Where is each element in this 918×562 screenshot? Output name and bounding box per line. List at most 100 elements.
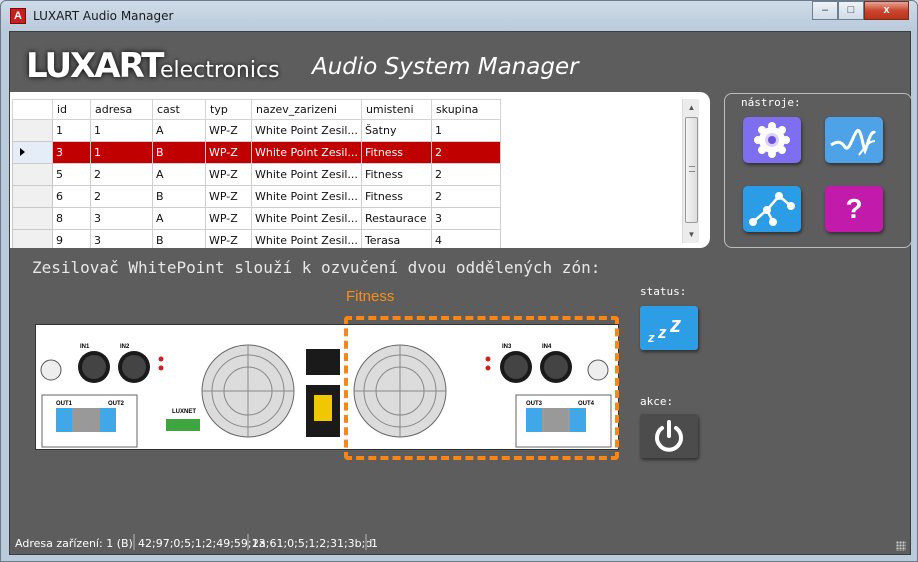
col-header-adresa[interactable]: adresa [90,99,153,120]
scroll-down-arrow-icon[interactable]: ▼ [683,226,700,243]
cell-skupina[interactable]: 2 [430,185,501,208]
table-row[interactable]: 5 2 A WP-Z White Point Zesil... Fitness … [12,163,501,186]
network-button[interactable] [743,186,801,232]
scroll-thumb[interactable] [685,117,698,223]
signal-button[interactable] [825,117,883,163]
cell-adresa[interactable]: 1 [90,119,153,142]
cell-umisteni[interactable]: Fitness [360,163,432,186]
app-window: A LUXART Audio Manager – □ x LUXART elec… [0,0,918,562]
cell-nazev[interactable]: White Point Zesil... [251,229,362,248]
luxnet-label: LUXNET [172,409,196,415]
app-logo-icon: A [10,8,26,24]
cell-cast[interactable]: B [152,185,206,208]
cell-umisteni[interactable]: Restaurace [360,207,432,230]
cell-skupina[interactable]: 4 [430,229,501,248]
cell-typ[interactable]: WP-Z [205,185,252,208]
col-header-umisteni[interactable]: umisteni [360,99,432,120]
status-bar: Adresa zařízení: 1 (B) 42;97;0;5;1;2;49;… [10,532,910,555]
table-vertical-scrollbar[interactable]: ▲ ▼ [682,99,699,243]
cell-id[interactable]: 1 [52,119,91,142]
cell-typ[interactable]: WP-Z [205,141,252,164]
row-header[interactable] [12,141,53,164]
cell-umisteni[interactable]: Fitness [360,141,432,164]
svg-text:z: z [647,330,655,345]
cell-nazev[interactable]: White Point Zesil... [251,119,362,142]
row-header[interactable] [12,185,53,208]
cell-id[interactable]: 9 [52,229,91,248]
cell-cast[interactable]: A [152,163,206,186]
scroll-grip-icon [689,166,695,172]
power-icon [655,420,683,452]
cell-adresa[interactable]: 2 [90,163,153,186]
help-button[interactable]: ? [825,186,883,232]
cell-cast[interactable]: B [152,141,206,164]
status-separator [365,534,367,550]
app-subtitle: Audio System Manager [312,54,579,80]
col-header-nazev[interactable]: nazev_zarizeni [251,99,362,120]
cell-adresa[interactable]: 2 [90,185,153,208]
cell-adresa[interactable]: 3 [90,229,153,248]
col-header-id[interactable]: id [52,99,91,120]
device-table-panel: id adresa cast typ nazev_zarizeni umiste… [10,92,710,248]
cell-typ[interactable]: WP-Z [205,119,252,142]
zone-label: Fitness [346,288,395,305]
sleep-zzz-icon: z z z [647,312,681,345]
cell-nazev[interactable]: White Point Zesil... [251,207,362,230]
window-title: LUXART Audio Manager [33,9,174,23]
minimize-button[interactable]: – [812,1,838,20]
tools-label: nástroje: [741,96,801,109]
power-button[interactable] [640,414,698,458]
row-header[interactable] [12,163,53,186]
cell-nazev[interactable]: White Point Zesil... [251,163,362,186]
cell-cast[interactable]: A [152,119,206,142]
device-address-status: Adresa zařízení: 1 (B) [15,537,133,550]
cell-nazev[interactable]: White Point Zesil... [251,141,362,164]
network-nodes-icon [749,192,795,226]
cell-adresa[interactable]: 1 [90,141,153,164]
in1-label: IN1 [80,344,90,350]
cell-id[interactable]: 5 [52,163,91,186]
row-header[interactable] [12,229,53,248]
cell-typ[interactable]: WP-Z [205,229,252,248]
cell-id[interactable]: 8 [52,207,91,230]
svg-text:z: z [669,312,681,337]
cell-typ[interactable]: WP-Z [205,163,252,186]
table-row-selected[interactable]: 3 1 B WP-Z White Point Zesil... Fitness … [12,141,501,164]
out1-label: OUT1 [56,401,73,407]
cell-cast[interactable]: B [152,229,206,248]
cell-umisteni[interactable]: Šatny [360,119,432,142]
resize-grip-icon[interactable] [896,541,906,551]
col-header-typ[interactable]: typ [205,99,252,120]
cell-cast[interactable]: A [152,207,206,230]
cell-skupina[interactable]: 2 [430,141,501,164]
cell-umisteni[interactable]: Fitness [360,185,432,208]
cell-typ[interactable]: WP-Z [205,207,252,230]
status-field-2: 2a;61;0;5;1;2;31;3b;d [252,537,373,550]
cell-umisteni[interactable]: Terasa [360,229,432,248]
cell-id[interactable]: 6 [52,185,91,208]
device-table[interactable]: id adresa cast typ nazev_zarizeni umiste… [12,99,501,248]
table-row[interactable]: 8 3 A WP-Z White Point Zesil... Restaura… [12,207,501,230]
cell-skupina[interactable]: 2 [430,163,501,186]
maximize-button[interactable]: □ [838,1,864,20]
settings-button[interactable] [743,117,801,163]
table-row[interactable]: 9 3 B WP-Z White Point Zesil... Terasa 4 [12,229,501,248]
col-header-cast[interactable]: cast [152,99,206,120]
row-header[interactable] [12,119,53,142]
cell-adresa[interactable]: 3 [90,207,153,230]
help-question-icon: ? [845,193,863,224]
table-row[interactable]: 1 1 A WP-Z White Point Zesil... Šatny 1 [12,119,501,142]
scroll-up-arrow-icon[interactable]: ▲ [683,99,700,116]
col-header-skupina[interactable]: skupina [430,99,501,120]
status-button[interactable]: z z z [640,306,698,350]
cell-nazev[interactable]: White Point Zesil... [251,185,362,208]
row-header[interactable] [12,207,53,230]
out2-label: OUT2 [108,401,125,407]
row-header-corner [12,99,53,120]
cell-skupina[interactable]: 1 [430,119,501,142]
close-button[interactable]: x [864,1,909,20]
cell-id[interactable]: 3 [52,141,91,164]
action-label: akce: [640,395,674,408]
cell-skupina[interactable]: 3 [430,207,501,230]
table-row[interactable]: 6 2 B WP-Z White Point Zesil... Fitness … [12,185,501,208]
